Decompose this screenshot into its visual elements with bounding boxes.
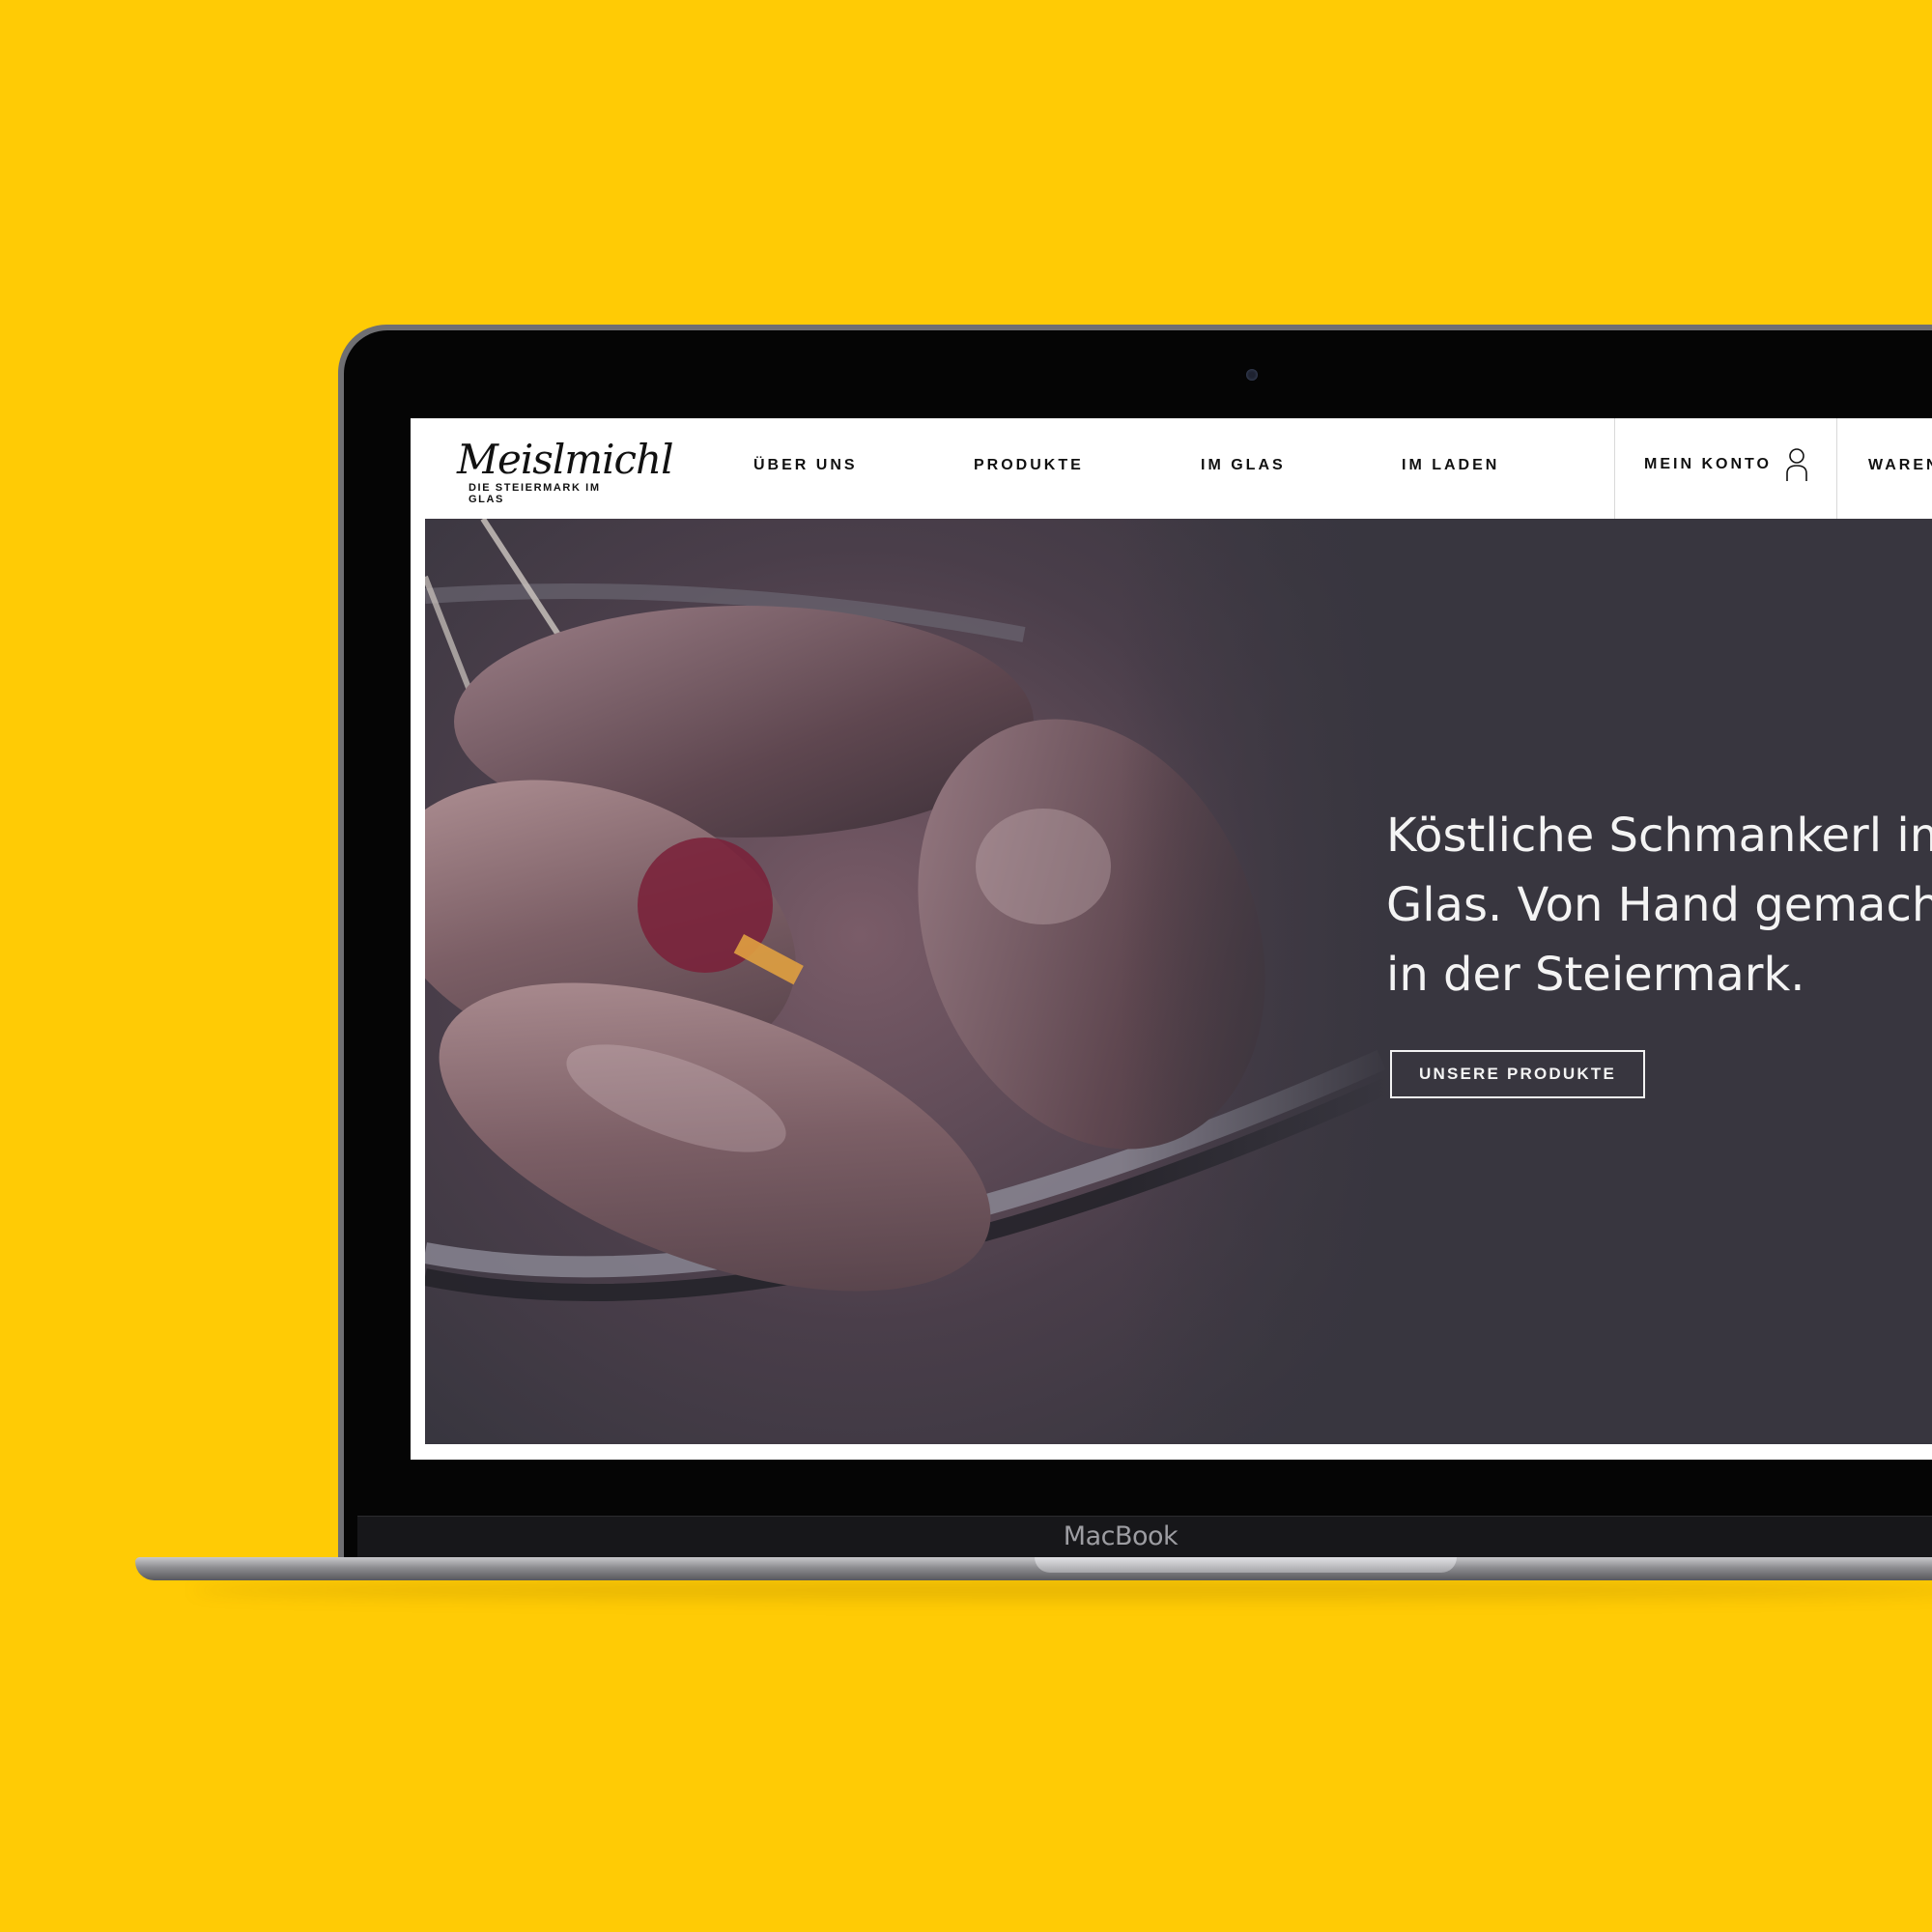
hero-headline-line: in der Steiermark.	[1386, 948, 1805, 1002]
account-link[interactable]: MEIN KONTO	[1644, 447, 1808, 486]
nav-item-produkte[interactable]: PRODUKTE	[974, 457, 1084, 474]
hero-food-photo	[425, 519, 1391, 1444]
cart-link[interactable]: WAREN	[1868, 457, 1932, 474]
hero-headline-line: Köstliche Schmankerl im	[1386, 809, 1932, 863]
camera-icon	[1246, 369, 1258, 381]
user-icon	[1786, 448, 1808, 481]
nav-item-ueber-uns[interactable]: ÜBER UNS	[753, 457, 858, 474]
browser-viewport: Meislmichl DIE STEIERMARK IM GLAS ÜBER U…	[411, 418, 1932, 1460]
laptop-shadow	[193, 1580, 1932, 1600]
hero-headline: Köstliche Schmankerl im Glas. Von Hand g…	[1386, 801, 1932, 1009]
laptop-hinge-notch	[1035, 1557, 1457, 1573]
hero-section: Köstliche Schmankerl im Glas. Von Hand g…	[425, 519, 1932, 1444]
nav-item-im-glas[interactable]: IM GLAS	[1201, 457, 1286, 474]
site-header: Meislmichl DIE STEIERMARK IM GLAS ÜBER U…	[411, 418, 1932, 519]
yellow-backdrop: MacBook Meislmichl DIE STEIERMARK IM GLA…	[0, 0, 1932, 1932]
laptop-base	[135, 1557, 1932, 1580]
hero-headline-line: Glas. Von Hand gemacht	[1386, 878, 1932, 932]
account-label: MEIN KONTO	[1644, 456, 1772, 472]
nav-divider	[1614, 418, 1615, 519]
site-logo[interactable]: Meislmichl DIE STEIERMARK IM GLAS	[457, 436, 674, 506]
logo-wordmark: Meislmichl	[457, 436, 674, 483]
unsere-produkte-button[interactable]: UNSERE PRODUKTE	[1390, 1050, 1645, 1098]
nav-item-im-laden[interactable]: IM LADEN	[1402, 457, 1499, 474]
device-brand-label: MacBook	[1063, 1521, 1179, 1551]
nav-divider	[1836, 418, 1837, 519]
logo-tagline: DIE STEIERMARK IM GLAS	[469, 482, 601, 505]
